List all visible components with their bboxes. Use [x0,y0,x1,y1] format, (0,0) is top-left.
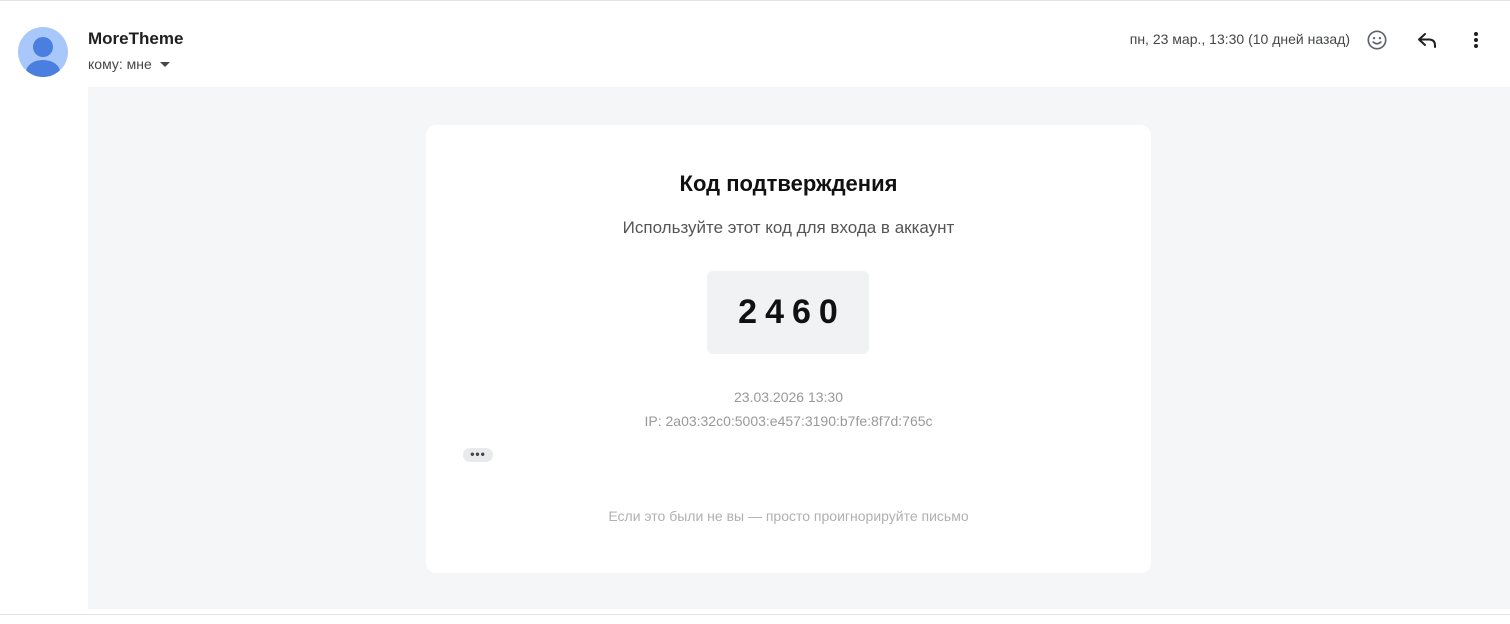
bottom-divider [0,614,1510,615]
message-body: Код подтверждения Используйте этот код д… [88,87,1510,609]
reply-icon [1418,33,1436,48]
sender-name[interactable]: MoreTheme [88,29,183,49]
verification-code-box[interactable]: 2460 [707,271,869,354]
emoji-icon [1367,30,1387,50]
sender-avatar[interactable] [18,27,68,77]
avatar-head [33,37,53,57]
request-timestamp: 23.03.2026 13:30 [734,389,843,405]
verification-card: Код подтверждения Используйте этот код д… [426,125,1151,573]
footer-note: Если это были не вы — просто проигнориру… [608,508,969,524]
message-date: пн, 23 мар., 13:30 (10 дней назад) [1129,31,1350,47]
verification-code[interactable]: 2460 [730,293,846,332]
add-reaction-button[interactable] [1363,26,1391,54]
more-vert-icon [1474,32,1478,48]
top-divider [0,0,1510,1]
more-options-button[interactable] [1462,26,1490,54]
chevron-down-icon[interactable] [159,62,170,67]
ellipsis-icon: ••• [470,446,486,461]
recipient-label: кому: мне [88,56,152,72]
reply-button[interactable] [1413,26,1441,54]
recipient-details[interactable]: кому: мне [88,56,170,72]
avatar-body [26,60,60,77]
show-trimmed-content-button[interactable]: ••• [463,448,493,462]
message-title: Код подтверждения [679,171,898,196]
request-ip: IP: 2a03:32c0:5003:e457:3190:b7fe:8f7d:7… [644,413,933,429]
message-subtitle: Используйте этот код для входа в аккаунт [622,218,955,237]
